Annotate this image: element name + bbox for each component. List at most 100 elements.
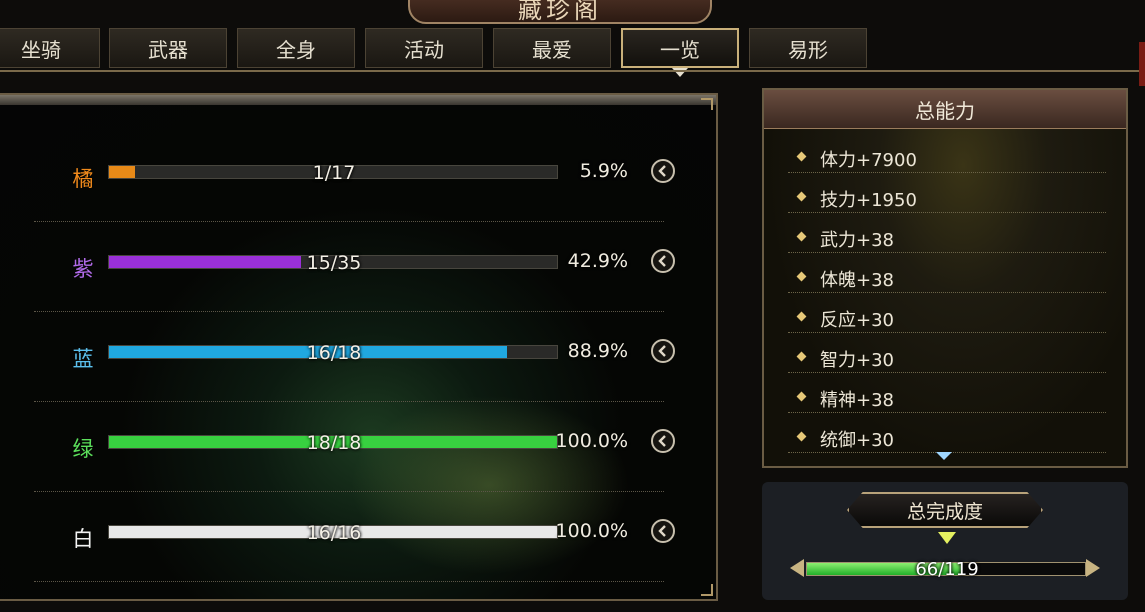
rarity-percent: 88.9%	[567, 340, 628, 362]
corner-ornament	[701, 98, 713, 110]
tab-label: 坐骑	[21, 37, 61, 62]
page-title: 藏珍阁	[518, 0, 602, 24]
tab-favorite[interactable]: 最爱	[493, 28, 611, 68]
tab-mount[interactable]: 坐骑	[0, 28, 100, 68]
rarity-progress-bar: 15/35	[108, 252, 558, 274]
rarity-label: 紫	[72, 257, 94, 281]
row-divider	[34, 221, 664, 222]
rarity-count: 1/17	[312, 162, 356, 184]
tab-label: 一览	[660, 37, 700, 62]
stat-text: 智力+30	[820, 350, 894, 371]
rarity-label: 白	[72, 527, 94, 551]
rarity-label: 蓝	[72, 347, 94, 371]
rarity-expand-button[interactable]	[651, 249, 675, 273]
rarity-progress-bar: 16/16	[108, 522, 558, 544]
stat-divider	[788, 332, 1106, 333]
stat-text: 技力+1950	[820, 190, 917, 211]
tab-fullbody[interactable]: 全身	[237, 28, 355, 68]
stat-divider	[788, 172, 1106, 173]
rarity-row-orange: 橘 1/17 5.9%	[0, 159, 716, 255]
rarity-expand-button[interactable]	[651, 159, 675, 183]
tab-event[interactable]: 活动	[365, 28, 483, 68]
completion-panel: 总完成度 66/119	[762, 482, 1128, 600]
tab-transform[interactable]: 易形	[749, 28, 867, 68]
stat-item: 精神+38	[788, 380, 1106, 420]
rarity-count: 15/35	[306, 252, 362, 274]
tab-label: 全身	[276, 37, 316, 62]
diamond-bullet-icon	[796, 311, 807, 322]
title-banner: 藏珍阁	[408, 0, 712, 24]
tab-label: 武器	[148, 37, 188, 62]
stat-text: 体魄+38	[820, 270, 894, 291]
tab-label: 易形	[788, 37, 828, 62]
total-ability-header: 总能力	[764, 90, 1126, 129]
rarity-percent: 42.9%	[567, 250, 628, 272]
rarity-count: 18/18	[306, 432, 362, 454]
gem-icon	[938, 532, 956, 544]
chevron-left-icon	[658, 345, 666, 357]
rarity-panel: 橘 1/17 5.9% 紫 15/35 42.9% 蓝 16/18 88.9% …	[0, 93, 718, 601]
row-divider	[34, 581, 664, 582]
rarity-row-green: 绿 18/18 100.0%	[0, 429, 716, 525]
rarity-label: 橘	[72, 167, 94, 191]
edge-ornament	[1139, 42, 1145, 86]
tab-bar: 坐骑 武器 全身 活动 最爱 一览 易形	[0, 27, 1145, 77]
stat-divider	[788, 372, 1106, 373]
total-ability-panel: 总能力 体力+7900 技力+1950 武力+38 体魄+38 反应+30 智力…	[762, 88, 1128, 468]
tab-overview[interactable]: 一览	[621, 28, 739, 77]
scroll-down-indicator-icon[interactable]	[936, 452, 952, 460]
rarity-progress-bar: 1/17	[108, 162, 558, 184]
rarity-row-blue: 蓝 16/18 88.9%	[0, 339, 716, 435]
stat-item: 体魄+38	[788, 260, 1106, 300]
rarity-row-white: 白 16/16 100.0%	[0, 519, 716, 599]
tab-label: 活动	[404, 37, 444, 62]
diamond-bullet-icon	[796, 151, 807, 162]
rarity-label: 绿	[72, 437, 94, 461]
completion-title: 总完成度	[847, 492, 1043, 528]
stat-divider	[788, 212, 1106, 213]
rarity-count: 16/18	[306, 342, 362, 364]
rarity-progress-bar: 18/18	[108, 432, 558, 454]
rarity-row-purple: 紫 15/35 42.9%	[0, 249, 716, 345]
stat-item: 技力+1950	[788, 180, 1106, 220]
chevron-left-icon	[658, 165, 666, 177]
rarity-progress-bar: 16/18	[108, 342, 558, 364]
completion-progress-bar: 66/119	[806, 559, 1086, 580]
row-divider	[34, 491, 664, 492]
panel-top-strip	[0, 95, 716, 105]
stat-item: 武力+38	[788, 220, 1106, 260]
stat-divider	[788, 412, 1106, 413]
stat-text: 武力+38	[820, 230, 894, 251]
stat-text: 统御+30	[820, 430, 894, 451]
chevron-left-icon	[658, 525, 666, 537]
rarity-count: 16/16	[306, 522, 362, 544]
progress-left-cap-icon	[790, 559, 804, 577]
stat-text: 精神+38	[820, 390, 894, 411]
stat-item: 体力+7900	[788, 140, 1106, 180]
rarity-percent: 5.9%	[579, 160, 628, 182]
rarity-percent: 100.0%	[555, 520, 628, 542]
diamond-bullet-icon	[796, 191, 807, 202]
tab-divider	[0, 70, 1145, 72]
stat-divider	[788, 252, 1106, 253]
progress-right-cap-icon	[1086, 559, 1100, 577]
diamond-bullet-icon	[796, 351, 807, 362]
rarity-expand-button[interactable]	[651, 519, 675, 543]
stat-item: 智力+30	[788, 340, 1106, 380]
rarity-expand-button[interactable]	[651, 339, 675, 363]
diamond-bullet-icon	[796, 391, 807, 402]
stat-item: 反应+30	[788, 300, 1106, 340]
row-divider	[34, 401, 664, 402]
tab-weapon[interactable]: 武器	[109, 28, 227, 68]
diamond-bullet-icon	[796, 231, 807, 242]
stat-text: 反应+30	[820, 310, 894, 331]
diamond-bullet-icon	[796, 431, 807, 442]
chevron-left-icon	[658, 255, 666, 267]
completion-count: 66/119	[915, 559, 979, 580]
diamond-bullet-icon	[796, 271, 807, 282]
tab-label: 最爱	[532, 37, 572, 62]
stat-divider	[788, 292, 1106, 293]
stat-text: 体力+7900	[820, 150, 917, 171]
rarity-percent: 100.0%	[555, 430, 628, 452]
rarity-expand-button[interactable]	[651, 429, 675, 453]
